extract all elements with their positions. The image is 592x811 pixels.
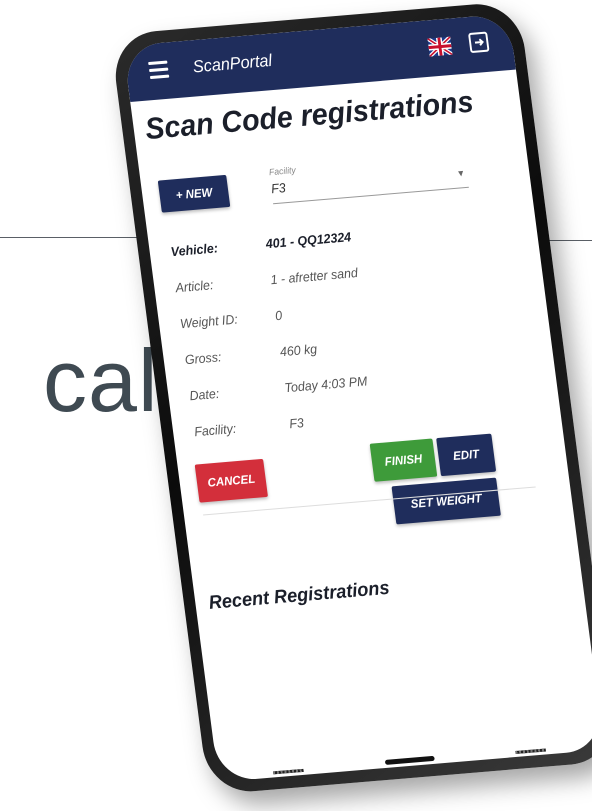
exit-icon[interactable] (467, 30, 491, 54)
new-button[interactable]: + NEW (157, 174, 231, 213)
detail-row-gross: Gross: 460 kg (184, 325, 507, 367)
recent-registrations-title: Recent Registrations (207, 577, 391, 614)
detail-row-vehicle: Vehicle: 401 - QQ12324 (170, 217, 493, 259)
detail-label: Weight ID: (179, 311, 239, 332)
detail-value: F3 (288, 415, 305, 432)
set-weight-button[interactable]: SET WEIGHT (391, 477, 501, 525)
edit-button[interactable]: EDIT (436, 433, 497, 477)
finish-button[interactable]: FINISH (369, 438, 438, 482)
detail-row-weight-id: Weight ID: 0 (179, 289, 502, 332)
phone-device: ScanPortal Scan Code registrations + NEW… (110, 0, 592, 796)
detail-value: Today 4:03 PM (283, 373, 369, 396)
detail-value: 0 (274, 307, 284, 324)
detail-row-date: Date: Today 4:03 PM (189, 361, 512, 403)
detail-value: 401 - QQ12324 (264, 229, 352, 252)
detail-label: Article: (174, 277, 215, 296)
detail-row-facility: Facility: F3 (193, 397, 516, 439)
facility-select[interactable]: F3 ▼ (270, 164, 469, 205)
background-word: cal (43, 331, 159, 430)
detail-value: 460 kg (278, 341, 318, 360)
app-title: ScanPortal (191, 50, 274, 77)
detail-label: Vehicle: (169, 240, 219, 260)
detail-label: Facility: (193, 420, 238, 440)
facility-label: Facility (268, 164, 297, 178)
detail-value: 1 - afretter sand (269, 264, 359, 288)
hamburger-menu-icon[interactable] (148, 60, 170, 80)
cancel-button[interactable]: CANCEL (194, 458, 268, 503)
detail-label: Date: (188, 385, 221, 404)
facility-select-value: F3 (270, 180, 287, 197)
uk-flag-icon[interactable] (427, 36, 453, 57)
chevron-down-icon: ▼ (455, 167, 466, 179)
detail-label: Gross: (183, 349, 223, 368)
detail-row-article: Article: 1 - afretter sand (175, 253, 498, 295)
